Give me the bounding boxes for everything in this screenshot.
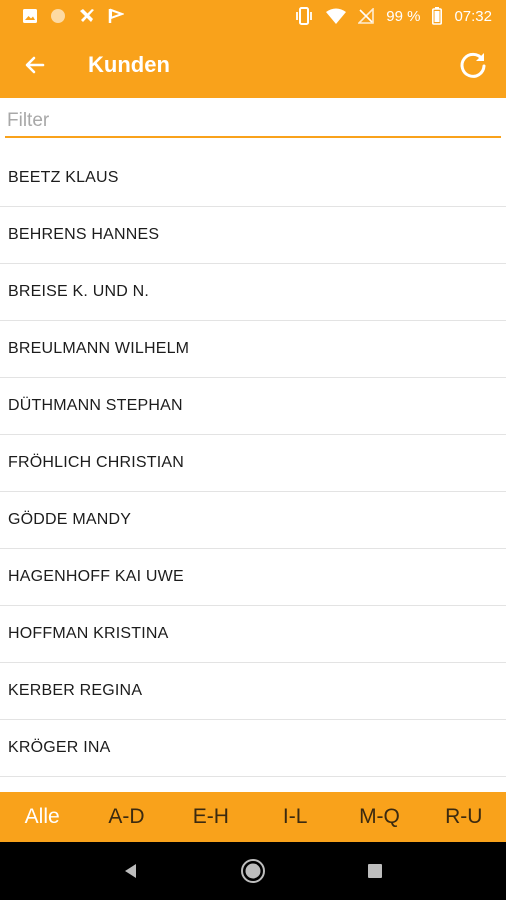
circle-notification-icon xyxy=(50,8,66,24)
system-nav-bar xyxy=(0,842,506,900)
letter-tab-bar: Alle A-D E-H I-L M-Q R-U xyxy=(0,792,506,842)
triangle-back-icon xyxy=(125,864,136,878)
tab-m-q[interactable]: M-Q xyxy=(337,805,421,829)
list-item[interactable]: KRÖGER INA xyxy=(0,720,506,777)
list-item[interactable]: BREISE K. UND N. xyxy=(0,264,506,321)
list-item[interactable]: GÖDDE MANDY xyxy=(0,492,506,549)
status-bar-right: 99 % 07:32 xyxy=(294,7,492,25)
no-signal-icon xyxy=(358,8,375,24)
refresh-icon xyxy=(460,52,486,78)
flag-notification-icon xyxy=(108,7,124,25)
tab-e-h[interactable]: E-H xyxy=(169,805,253,829)
nav-back-button[interactable] xyxy=(111,851,151,891)
status-bar: 99 % 07:32 xyxy=(0,0,506,32)
list-item[interactable]: KERBER REGINA xyxy=(0,663,506,720)
filter-container xyxy=(0,98,506,150)
refresh-button[interactable] xyxy=(440,32,506,98)
tab-a-d[interactable]: A-D xyxy=(84,805,168,829)
battery-percent: 99 % xyxy=(386,7,421,25)
nav-home-button[interactable] xyxy=(233,851,273,891)
list-item[interactable]: BEETZ KLAUS xyxy=(0,150,506,207)
nav-recents-button[interactable] xyxy=(355,851,395,891)
app-bar: Kunden xyxy=(0,32,506,98)
customer-list: BEETZ KLAUS BEHRENS HANNES BREISE K. UND… xyxy=(0,150,506,792)
list-item[interactable]: HAGENHOFF KAI UWE xyxy=(0,549,506,606)
filter-input[interactable] xyxy=(5,106,501,138)
list-item[interactable]: FRÖHLICH CHRISTIAN xyxy=(0,435,506,492)
square-recents-icon xyxy=(368,864,382,878)
page-title: Kunden xyxy=(88,52,170,77)
clock: 07:32 xyxy=(454,7,492,25)
list-item[interactable]: HOFFMAN KRISTINA xyxy=(0,606,506,663)
battery-icon xyxy=(432,7,443,25)
arrow-left-icon xyxy=(25,56,45,74)
tab-i-l[interactable]: I-L xyxy=(253,805,337,829)
image-notification-icon xyxy=(22,8,38,24)
list-item[interactable]: DÜTHMANN STEPHAN xyxy=(0,378,506,435)
circle-home-icon xyxy=(241,859,265,883)
wifi-icon xyxy=(326,8,347,24)
list-item[interactable]: BEHRENS HANNES xyxy=(0,207,506,264)
tools-notification-icon xyxy=(78,7,96,25)
tab-r-u[interactable]: R-U xyxy=(422,805,506,829)
vibrate-icon xyxy=(294,7,314,25)
tab-alle[interactable]: Alle xyxy=(0,805,84,829)
list-item[interactable]: BREULMANN WILHELM xyxy=(0,321,506,378)
back-button[interactable] xyxy=(0,32,70,98)
status-bar-left xyxy=(22,7,124,25)
